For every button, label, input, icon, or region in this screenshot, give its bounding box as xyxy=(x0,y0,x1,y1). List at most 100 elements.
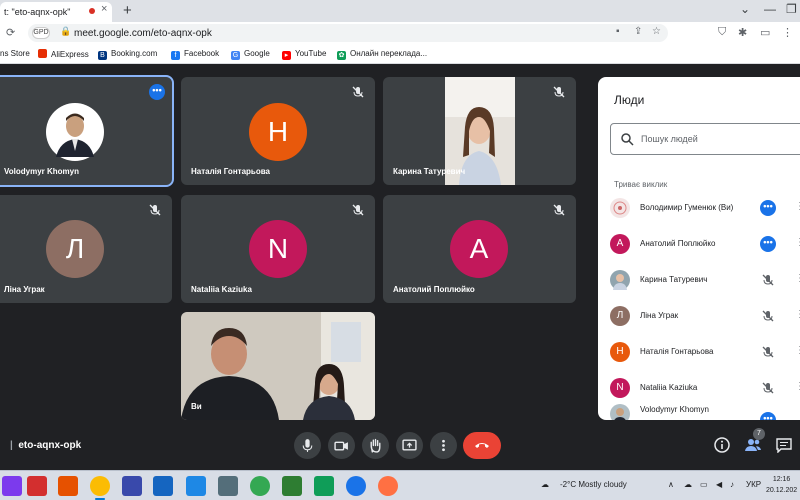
weather-status[interactable]: -2°C Mostly cloudy xyxy=(560,480,627,489)
calculator-icon[interactable] xyxy=(218,476,238,496)
new-tab-button[interactable]: + xyxy=(123,2,132,19)
language-indicator[interactable]: УКР xyxy=(746,480,761,489)
app-icon[interactable] xyxy=(27,476,47,496)
app-icon[interactable] xyxy=(346,476,366,496)
participant-name: Volodymyr Khomyn xyxy=(4,167,79,176)
bookmark-booking[interactable]: B Booking.com xyxy=(98,49,157,60)
kebab-icon xyxy=(442,439,445,452)
avatar: А xyxy=(610,234,630,254)
end-call-button[interactable] xyxy=(463,432,501,459)
excel-icon[interactable] xyxy=(282,476,302,496)
clock[interactable]: 12:16 20.12.202 xyxy=(766,474,797,496)
participant-count-badge: 7 xyxy=(753,428,765,440)
menu-icon[interactable]: ⋮ xyxy=(782,26,793,39)
onedrive-icon[interactable]: ☁ xyxy=(684,480,692,489)
mic-icon xyxy=(302,439,313,452)
chrome-icon[interactable] xyxy=(90,476,110,500)
site-badge[interactable]: GPD xyxy=(32,27,50,39)
mic-off-icon xyxy=(352,86,364,98)
person-name: Анатолий Поплюйко xyxy=(640,239,716,248)
app-icon[interactable] xyxy=(250,476,270,496)
bookmark-translator[interactable]: ✿ Онлайн переклада... xyxy=(337,49,427,60)
self-view-tile[interactable]: Ви xyxy=(181,312,375,420)
avatar: Л xyxy=(46,220,104,278)
mic-off-icon[interactable] xyxy=(761,345,775,359)
people-search-input[interactable]: Пошук людей xyxy=(610,123,800,155)
participant-tile[interactable]: ••• Volodymyr Khomyn xyxy=(0,75,174,187)
meet-stage: ••• Volodymyr Khomyn Н Наталія Гонтарьов… xyxy=(0,65,800,470)
info-icon[interactable] xyxy=(714,437,730,453)
participant-tile[interactable]: Карина Татуревич xyxy=(383,77,576,185)
microphone-button[interactable] xyxy=(294,432,321,459)
mic-off-icon xyxy=(553,204,565,216)
minimize-button[interactable]: — xyxy=(764,2,776,16)
lock-icon[interactable]: 🔒 xyxy=(60,26,71,37)
kebab-icon[interactable]: ⋮ xyxy=(795,273,800,284)
participant-name: Nataliia Kaziuka xyxy=(191,285,252,294)
kebab-icon[interactable]: ⋮ xyxy=(795,309,800,320)
tab-close-icon[interactable]: × xyxy=(101,3,107,15)
extensions-icon[interactable]: ✱ xyxy=(738,26,747,39)
participant-tile[interactable]: А Анатолий Поплюйко xyxy=(383,195,576,303)
volume-icon[interactable]: ◀ xyxy=(716,480,722,489)
taskbar: ☁ -2°C Mostly cloudy ∧ ☁ ▭ ◀ ♪ УКР 12:16… xyxy=(0,470,800,500)
more-options-button[interactable]: ••• xyxy=(760,412,776,420)
present-screen-button[interactable] xyxy=(396,432,423,459)
raise-hand-button[interactable] xyxy=(362,432,389,459)
mic-off-icon xyxy=(149,204,161,216)
bookmark-youtube[interactable]: ▸ YouTube xyxy=(282,49,326,60)
bookmark-aliexpress[interactable]: AliExpress xyxy=(38,49,89,59)
recording-indicator-icon xyxy=(89,8,95,14)
person-row[interactable]: А Анатолий Поплюйко ••• ⋮ xyxy=(610,228,800,264)
firefox-icon[interactable] xyxy=(378,476,398,496)
participant-tile[interactable]: Л Ліна Уграк xyxy=(0,195,172,303)
person-row[interactable]: Н Наталія Гонтарьова ⋮ xyxy=(610,336,800,372)
person-row[interactable]: Карина Татуревич ⋮ xyxy=(610,264,800,300)
share-icon[interactable]: ⇪ xyxy=(634,26,642,37)
shield-icon[interactable]: ⛉ xyxy=(718,26,726,39)
mic-off-icon[interactable] xyxy=(761,309,775,323)
mic-off-icon[interactable] xyxy=(761,273,775,287)
person-row[interactable]: Л Ліна Уграк ⋮ xyxy=(610,300,800,336)
mic-off-icon[interactable] xyxy=(761,381,775,395)
sidebar-icon[interactable]: ▭ xyxy=(760,26,770,39)
app-icon[interactable] xyxy=(186,476,206,496)
app-icon[interactable] xyxy=(314,476,334,496)
bookmark-store[interactable]: ns Store xyxy=(0,49,30,58)
restore-button[interactable]: ❐ xyxy=(786,2,797,16)
tab-meet[interactable]: t: "eto-aqnx-opk" xyxy=(0,2,112,22)
participant-tile[interactable]: Н Наталія Гонтарьова xyxy=(181,77,375,185)
word-icon[interactable] xyxy=(153,476,173,496)
app-icon[interactable] xyxy=(58,476,78,496)
chat-icon[interactable] xyxy=(776,437,792,453)
kebab-icon[interactable]: ⋮ xyxy=(795,381,800,392)
more-options-button[interactable] xyxy=(430,432,457,459)
star-icon[interactable]: ☆ xyxy=(652,26,661,37)
address-bar[interactable]: GPD 🔒 meet.google.com/eto-aqnx-opk ▪ ⇪ ☆ xyxy=(28,24,668,42)
weather-icon[interactable]: ☁ xyxy=(541,480,549,489)
kebab-icon[interactable]: ⋮ xyxy=(795,201,800,212)
search-placeholder: Пошук людей xyxy=(641,134,698,144)
chevron-up-icon[interactable]: ∧ xyxy=(668,480,674,489)
people-panel: Люди Пошук людей Триває виклик Володимир… xyxy=(598,77,800,420)
speaker-icon[interactable]: ♪ xyxy=(730,480,734,489)
more-options-button[interactable]: ••• xyxy=(760,200,776,216)
reload-icon[interactable]: ⟳ xyxy=(6,26,15,39)
app-icon[interactable] xyxy=(122,476,142,496)
chevron-down-icon[interactable]: ⌄ xyxy=(740,2,750,16)
participant-tile[interactable]: N Nataliia Kaziuka xyxy=(181,195,375,303)
more-options-button[interactable]: ••• xyxy=(149,84,165,100)
camera-icon[interactable]: ▪ xyxy=(616,26,620,37)
url-text[interactable]: meet.google.com/eto-aqnx-opk xyxy=(74,28,212,39)
camera-button[interactable] xyxy=(328,432,355,459)
bookmark-google[interactable]: G Google xyxy=(231,49,270,60)
bookmark-facebook[interactable]: f Facebook xyxy=(171,49,219,60)
app-icon[interactable] xyxy=(2,476,22,496)
more-options-button[interactable]: ••• xyxy=(760,236,776,252)
kebab-icon[interactable]: ⋮ xyxy=(795,345,800,356)
network-icon[interactable]: ▭ xyxy=(700,480,708,489)
mic-off-icon xyxy=(352,204,364,216)
kebab-icon[interactable]: ⋮ xyxy=(795,237,800,248)
person-row[interactable]: Володимир Гуменюк (Ви) ••• ⋮ xyxy=(610,192,800,228)
person-row[interactable]: Volodymyr Khomyn ••• xyxy=(610,400,800,420)
